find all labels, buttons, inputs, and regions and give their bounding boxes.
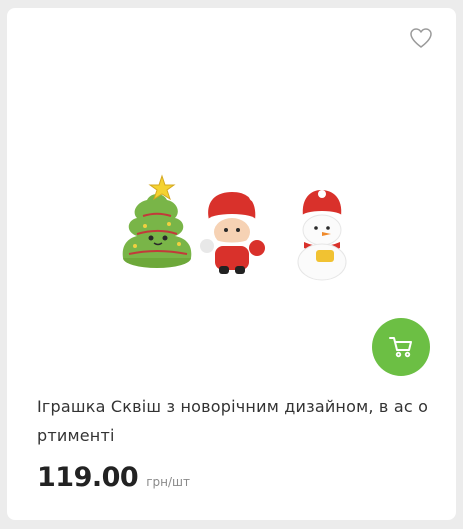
favorite-button[interactable] [409, 27, 433, 49]
product-card[interactable]: Іграшка Сквіш з новорічним дизайном, в а… [7, 8, 456, 520]
christmas-tree-figure [122, 174, 192, 268]
product-title[interactable]: Іграшка Сквіш з новорічним дизайном, в а… [37, 392, 437, 450]
snowman-figure [297, 190, 347, 281]
product-image[interactable] [107, 158, 357, 288]
santa-figure [200, 190, 265, 274]
shopping-cart-icon [389, 337, 412, 358]
price-unit: грн/шт [146, 475, 190, 489]
heart-icon [410, 28, 432, 48]
add-to-cart-button[interactable] [372, 318, 430, 376]
price-block: 119.00 грн/шт [37, 462, 190, 493]
product-price: 119.00 [37, 462, 139, 493]
